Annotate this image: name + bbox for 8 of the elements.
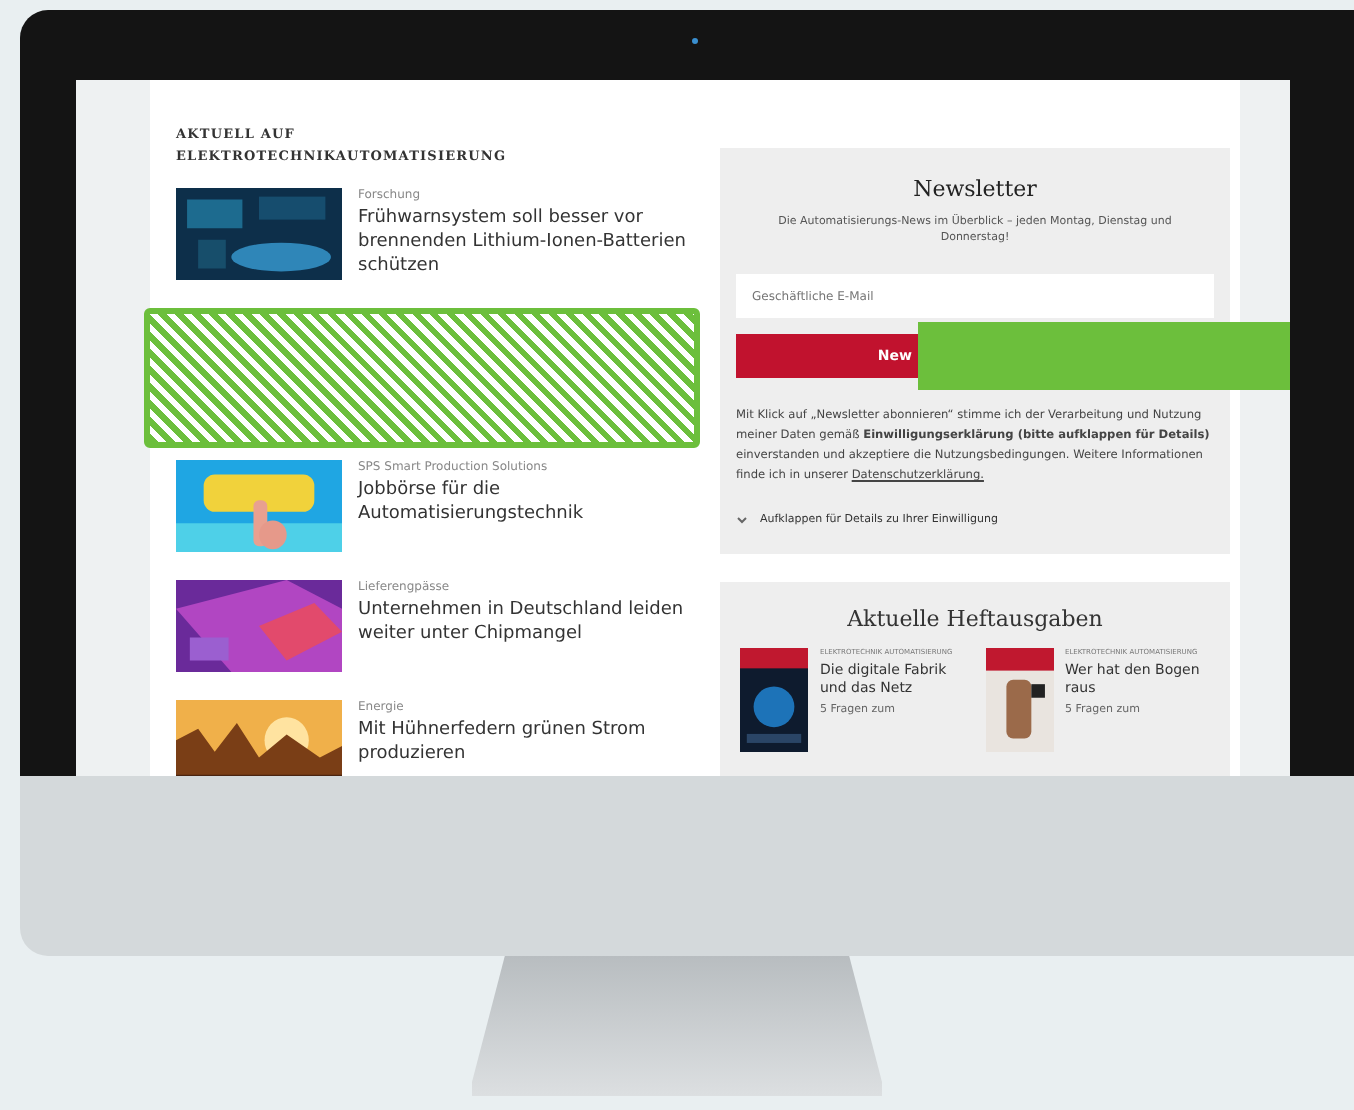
- issues-title: Aktuelle Heftausgaben: [845, 606, 1105, 632]
- article-title-link[interactable]: Unternehmen in Deutschland leiden weiter unter Chipmangel: [358, 598, 700, 646]
- article-title-link[interactable]: Jobbörse für die Automatisierungstechnik: [358, 478, 700, 526]
- webcam-icon: [692, 38, 698, 44]
- newsletter-title: Newsletter: [911, 176, 1039, 202]
- article-title-link[interactable]: Frühwarnsystem soll besser vor brennenden Lithium-Ionen-Batterien schützen: [358, 206, 700, 278]
- chevron-icon[interactable]: [736, 514, 748, 526]
- article-title-link[interactable]: Mit Hühnerfedern grünen Strom produzieren: [358, 718, 700, 766]
